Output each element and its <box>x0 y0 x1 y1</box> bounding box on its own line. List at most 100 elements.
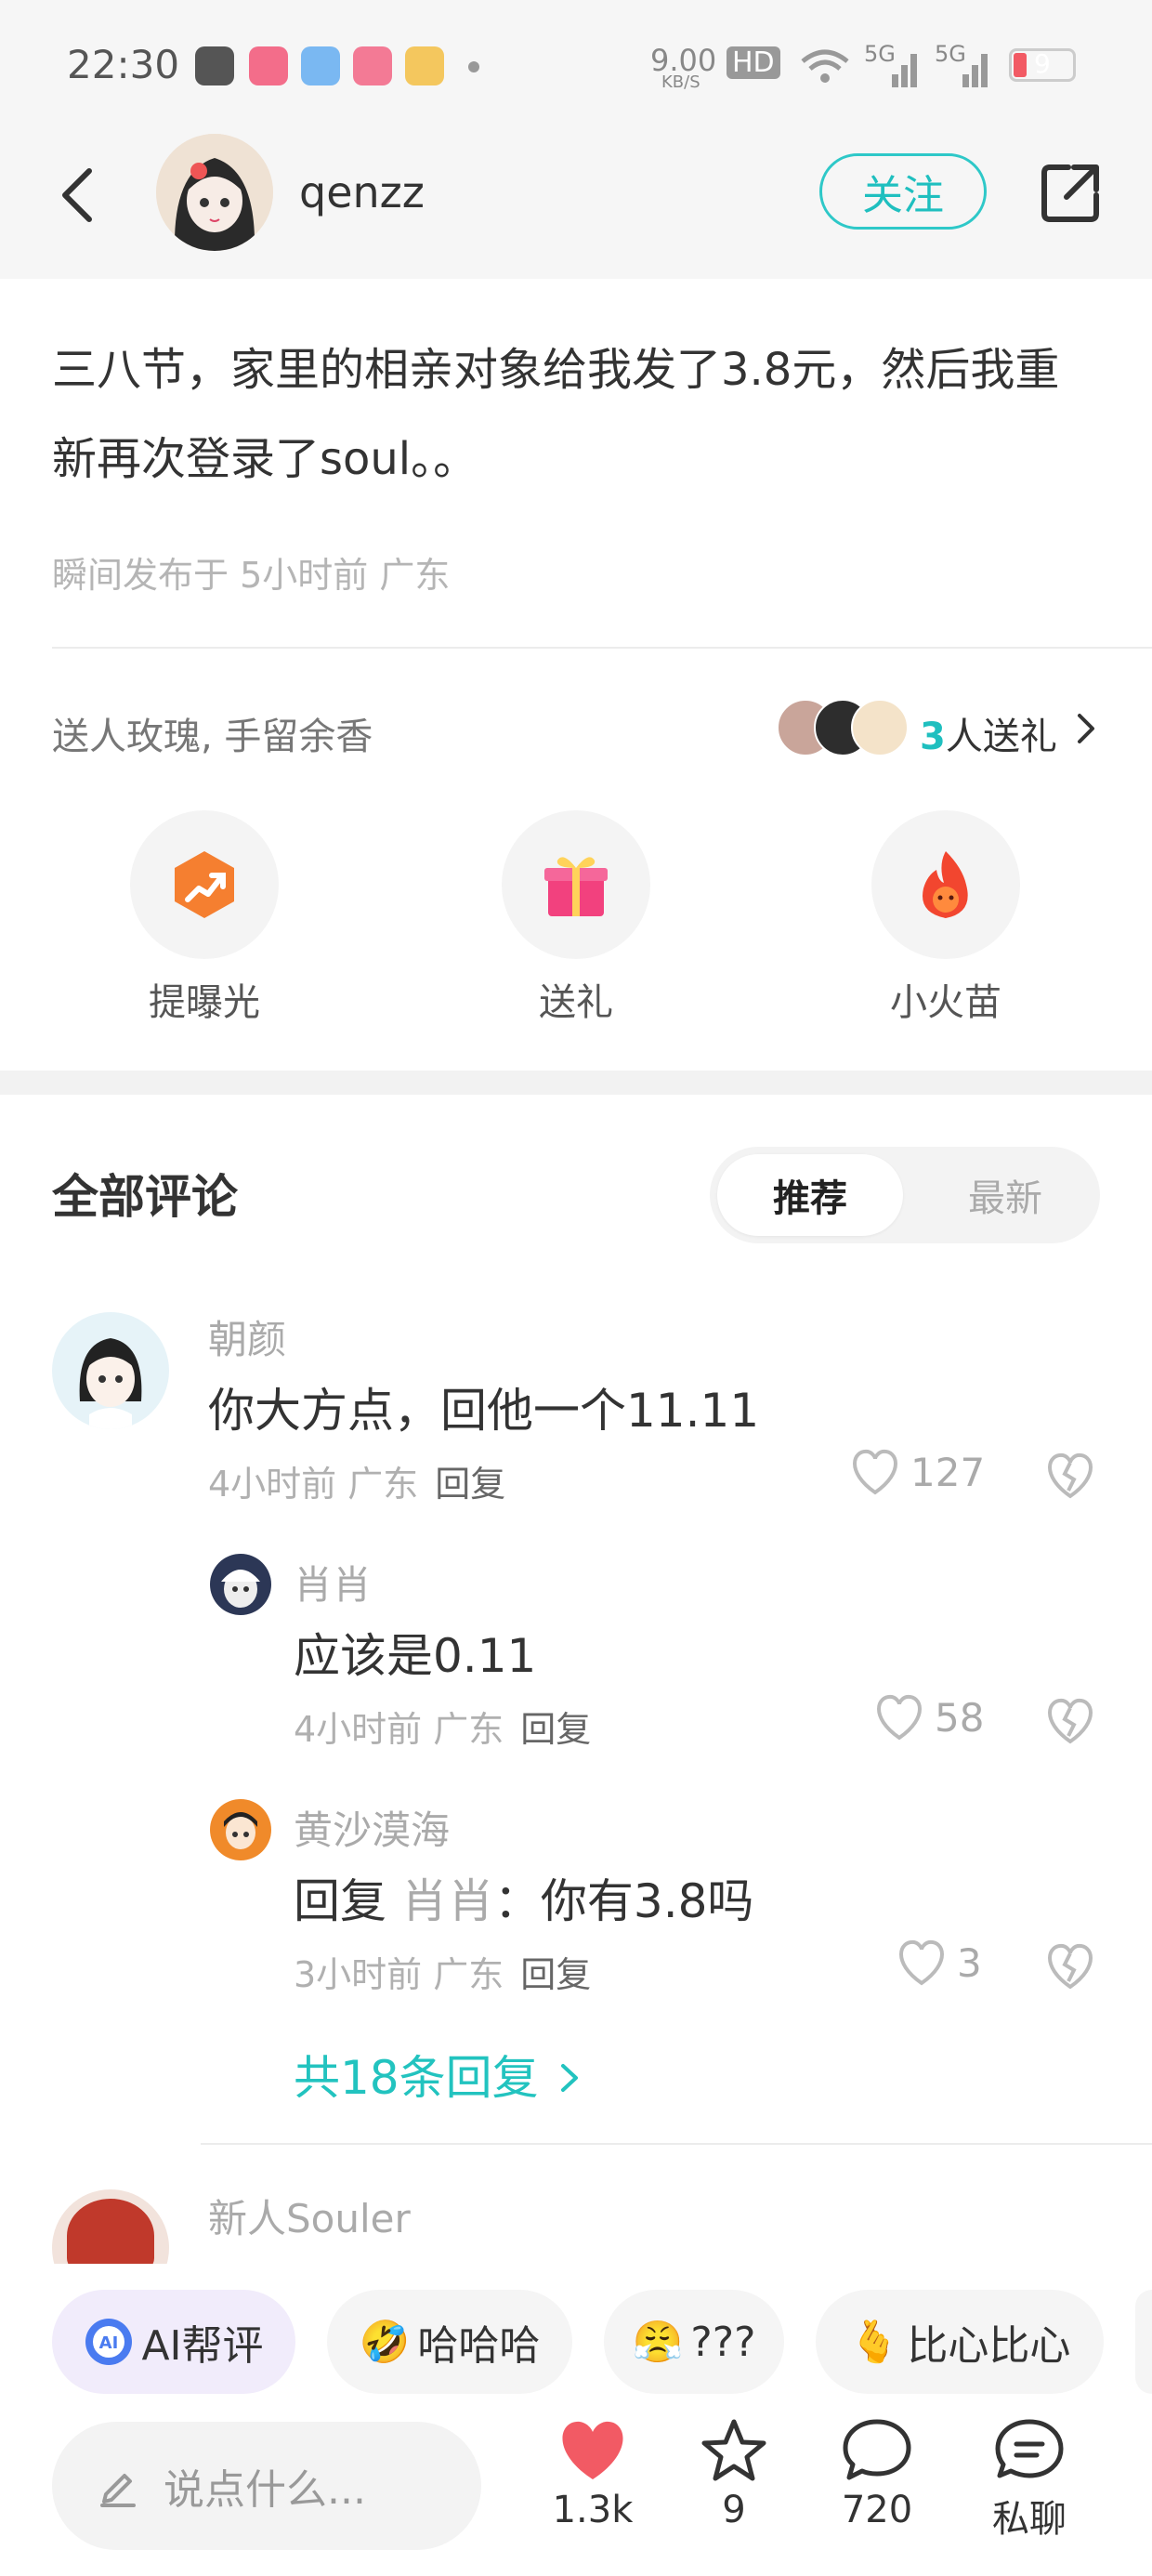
chevron-right-icon[interactable] <box>1074 712 1096 745</box>
svg-text:AI: AI <box>99 2333 119 2353</box>
more-replies-link[interactable]: 共18条回复 <box>294 2041 580 2108</box>
dislike-icon[interactable] <box>1044 1452 1096 1500</box>
like-count: 3 <box>957 1939 982 1986</box>
section-separator <box>0 1071 1152 1095</box>
comment-time-location: 3小时前 广东 <box>294 1954 504 1995</box>
laughing-emoji-icon: 🤣 <box>359 2319 411 2366</box>
comment-text: 回复 肖肖：你有3.8吗 <box>294 1864 753 1931</box>
reply-body: 你有3.8吗 <box>540 1874 754 1928</box>
music-icon <box>353 46 392 85</box>
wifi-icon <box>801 49 849 83</box>
gift-tagline: 送人玫瑰, 手留余香 <box>52 716 373 758</box>
gift-count-number: 3 <box>920 716 946 758</box>
share-icon[interactable] <box>1037 160 1104 227</box>
battery-level: 9 <box>1034 48 1051 79</box>
follow-button[interactable]: 关注 <box>819 153 987 230</box>
finger-heart-emoji-icon: 🫰 <box>848 2319 900 2366</box>
chip-label: 哈哈哈 <box>417 2322 541 2370</box>
network-unit: KB/S <box>661 72 700 92</box>
post-like-count: 1.3k <box>552 2489 634 2531</box>
like-count: 58 <box>935 1694 985 1741</box>
heart-filled-icon <box>562 2421 623 2479</box>
status-time: 22:30 <box>67 42 180 87</box>
comment-author[interactable]: 朝颜 <box>208 1308 286 1365</box>
like-post-button[interactable]: 1.3k <box>537 2416 648 2531</box>
comment-meta: 4小时前 广东 回复 <box>208 1455 505 1506</box>
notes-icon <box>405 46 444 85</box>
chip-label: AI帮评 <box>141 2322 264 2370</box>
more-notifications-icon <box>468 61 479 72</box>
private-chat-label: 私聊 <box>992 2498 1067 2541</box>
gift-senders-avatars[interactable] <box>777 699 909 756</box>
reaction-chip-question[interactable]: 😤 ??? <box>604 2290 784 2394</box>
avatar[interactable] <box>52 1312 169 1429</box>
chip-label: 比心比心 <box>907 2322 1071 2370</box>
reply-colon: ： <box>493 1874 541 1928</box>
reply-button[interactable]: 回复 <box>435 1464 505 1505</box>
comments-title: 全部评论 <box>52 1170 238 1224</box>
author-avatar[interactable] <box>156 134 273 251</box>
signal-icon-2 <box>962 54 988 87</box>
comment-author[interactable]: 新人Souler <box>208 2188 411 2244</box>
gift-button[interactable] <box>502 810 650 959</box>
reply-target[interactable]: 肖肖 <box>401 1874 494 1928</box>
comment-count-button[interactable]: 720 <box>821 2416 933 2531</box>
avatar[interactable] <box>210 1799 271 1860</box>
comment-time-location: 4小时前 广东 <box>294 1709 504 1750</box>
signal-icon-1 <box>892 54 917 87</box>
flame-icon <box>923 851 968 918</box>
ai-comment-chip[interactable]: AI AI帮评 <box>52 2290 295 2394</box>
heart-outline-icon <box>877 1694 922 1741</box>
chip-label: ??? <box>690 2318 756 2366</box>
comment-bubble-icon <box>843 2419 911 2480</box>
divider <box>201 2143 1152 2145</box>
boost-label[interactable]: 提曝光 <box>84 972 325 1026</box>
avatar[interactable] <box>210 1554 271 1615</box>
hd-badge: HD <box>727 46 780 79</box>
like-button[interactable]: 3 <box>896 1939 982 1987</box>
gift-count[interactable]: 3人送礼 <box>920 706 1057 760</box>
back-icon[interactable] <box>56 165 97 225</box>
heart-outline-icon <box>853 1449 897 1495</box>
flame-label[interactable]: 小火苗 <box>825 972 1067 1026</box>
dislike-icon[interactable] <box>1044 1942 1096 1991</box>
comment-input[interactable]: 说点什么... <box>52 2422 481 2550</box>
like-button[interactable]: 58 <box>873 1693 984 1741</box>
comment-author[interactable]: 肖肖 <box>294 1554 372 1610</box>
chevron-right-icon <box>560 2064 578 2092</box>
post-meta: 瞬间发布于 5小时前 广东 <box>52 555 451 596</box>
boost-button[interactable] <box>130 810 279 959</box>
reply-button[interactable]: 回复 <box>520 1954 591 1995</box>
comment-time-location: 4小时前 广东 <box>208 1464 419 1505</box>
author-username[interactable]: qenzz <box>299 167 425 217</box>
like-button[interactable]: 127 <box>849 1448 985 1496</box>
divider <box>52 647 1152 649</box>
weather-icon <box>301 46 340 85</box>
favorite-count: 9 <box>722 2489 746 2531</box>
comment-meta: 4小时前 广东 回复 <box>294 1701 591 1752</box>
gift-icon <box>544 857 608 916</box>
dislike-icon[interactable] <box>1044 1697 1096 1745</box>
tab-latest[interactable]: 最新 <box>912 1154 1098 1236</box>
gift-label[interactable]: 送礼 <box>455 972 697 1026</box>
comment-placeholder: 说点什么... <box>164 2466 366 2514</box>
reaction-chip-overflow[interactable] <box>1135 2290 1152 2394</box>
reply-button[interactable]: 回复 <box>520 1709 591 1750</box>
confused-emoji-icon: 😤 <box>632 2319 684 2366</box>
xiaohongshu-icon <box>249 46 288 85</box>
reaction-chip-haha[interactable]: 🤣 哈哈哈 <box>327 2290 572 2394</box>
favorite-button[interactable]: 9 <box>678 2416 790 2531</box>
reply-prefix: 回复 <box>294 1874 386 1928</box>
avatar[interactable] <box>52 2189 169 2264</box>
comment-text: 你大方点，回他一个11.11 <box>208 1384 760 1438</box>
reaction-chip-heart-hands[interactable]: 🫰 比心比心 <box>816 2290 1104 2394</box>
more-replies-label: 共18条回复 <box>294 2051 539 2105</box>
star-icon <box>701 2419 766 2481</box>
like-count: 127 <box>910 1449 986 1495</box>
chat-icon <box>995 2419 1064 2478</box>
comment-meta: 3小时前 广东 回复 <box>294 1946 591 1997</box>
flame-button[interactable] <box>871 810 1020 959</box>
comment-author[interactable]: 黄沙漠海 <box>294 1799 450 1856</box>
tab-recommended[interactable]: 推荐 <box>717 1154 903 1236</box>
private-chat-button[interactable]: 私聊 <box>974 2416 1085 2543</box>
